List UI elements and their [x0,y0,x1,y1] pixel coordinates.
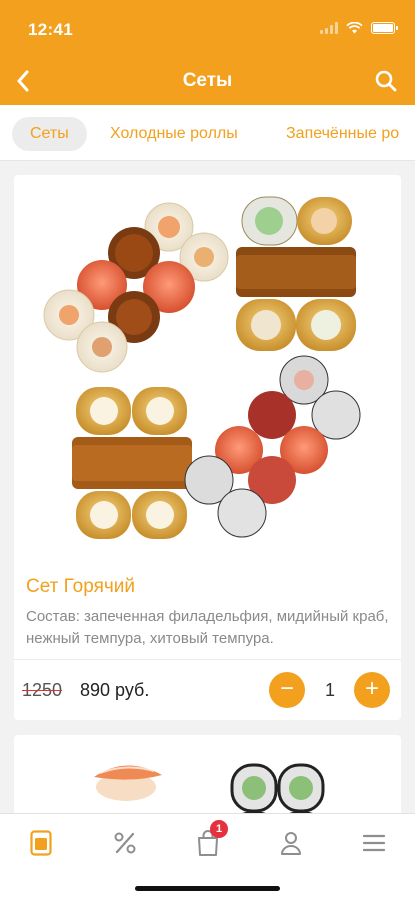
home-indicator [135,886,280,891]
tab-sets[interactable]: Сеты [12,117,87,151]
product-feed[interactable]: Сет Горячий Состав: запеченная филадельф… [0,161,415,813]
increase-quantity-button[interactable]: + [354,672,390,708]
tab-baked-rolls[interactable]: Запечённые ро [268,117,415,151]
minus-icon: − [279,675,294,702]
nav-menu[interactable] [21,826,61,860]
category-tabs: Сеты Холодные роллы Запечённые ро [0,105,415,161]
old-price: 1250 [22,680,63,700]
nav-cart[interactable]: 1 [188,820,228,860]
product-card [14,735,401,813]
decrease-quantity-button[interactable]: − [269,672,305,708]
product-photo[interactable] [14,175,401,565]
price: 890 руб. [80,680,150,700]
nav-row: Сеты [0,58,415,102]
tab-cold-rolls[interactable]: Холодные роллы [92,117,256,151]
product-title[interactable]: Сет Горячий [26,576,135,598]
page-title: Сеты [182,70,233,91]
nav-promotions[interactable] [105,826,145,860]
percent-icon [114,832,136,854]
profile-icon [281,832,301,855]
bottom-navigation: 1 [0,813,415,900]
top-bar: 12:41 Сеты [0,0,415,105]
cellular-signal-icon [320,22,338,34]
product-description: Состав: запеченная филадельфия, мидийный… [26,608,389,647]
wifi-icon [346,22,363,34]
battery-icon [371,22,398,34]
divider [14,659,401,660]
status-time: 12:41 [28,20,73,39]
product-photo[interactable] [14,735,401,813]
plus-icon: + [364,675,379,702]
menu-card-icon [30,830,52,856]
search-button[interactable] [369,64,403,98]
nav-profile[interactable] [271,826,311,860]
status-icons [320,22,398,34]
search-icon [375,70,397,92]
hamburger-menu-icon [362,834,386,852]
product-card: Сет Горячий Состав: запеченная филадельф… [14,175,401,720]
quantity-value: 1 [324,680,335,700]
status-bar: 12:41 [0,0,415,58]
nav-more[interactable] [354,826,394,860]
cart-badge: 1 [210,820,228,838]
